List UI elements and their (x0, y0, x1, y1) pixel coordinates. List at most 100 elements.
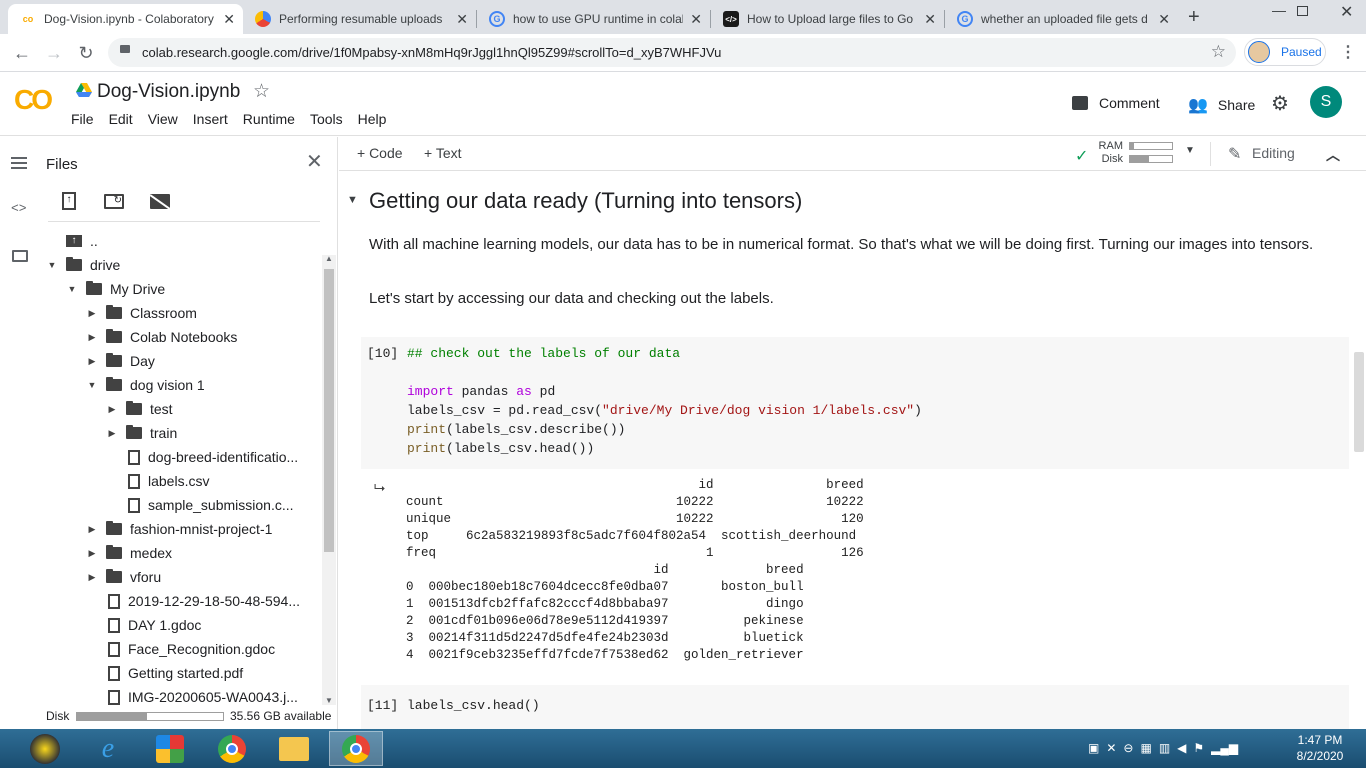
mount-drive-icon[interactable] (149, 194, 171, 210)
menu-edit[interactable]: Edit (109, 111, 133, 127)
close-tab-icon[interactable]: ✕ (223, 11, 235, 28)
tree-item[interactable]: Face_Recognition.gdoc (86, 638, 275, 660)
menu-help[interactable]: Help (358, 111, 387, 127)
resources-button[interactable]: RAM Disk (1097, 140, 1123, 166)
tree-item[interactable]: ↑.. (66, 230, 98, 252)
chevron-right-icon[interactable]: ▶ (86, 524, 98, 535)
tree-item[interactable]: ▶ vforu (86, 566, 161, 588)
menu-file[interactable]: File (71, 111, 94, 127)
toc-icon[interactable] (11, 157, 27, 169)
code-cell-11[interactable]: [11] labels_csv.head() (361, 685, 1349, 729)
minimize-icon[interactable]: — (1272, 2, 1286, 18)
tree-item[interactable]: sample_submission.c... (106, 494, 294, 516)
output-icon[interactable]: ⮡ (374, 479, 385, 496)
upload-icon[interactable]: ↑ (62, 192, 76, 210)
tab-upload-large-files[interactable]: </> How to Upload large files to Go ✕ (711, 4, 944, 34)
chevron-right-icon[interactable]: ▶ (86, 332, 98, 343)
gear-icon[interactable]: ⚙ (1271, 91, 1289, 116)
chrome-active-icon[interactable] (329, 731, 383, 766)
tree-item[interactable]: ▶ Classroom (86, 302, 197, 324)
tab-colab[interactable]: co Dog-Vision.ipynb - Colaboratory ✕ (8, 4, 243, 34)
account-avatar[interactable]: S (1310, 86, 1342, 118)
refresh-folder-icon[interactable]: ↻ (104, 194, 124, 209)
profile-paused-button[interactable]: Paused (1244, 38, 1326, 66)
bookmark-star-icon[interactable]: ☆ (1211, 42, 1226, 62)
scrollbar-thumb[interactable] (324, 269, 334, 552)
tray-app-icon[interactable]: ▣ (1088, 741, 1099, 755)
chevron-right-icon[interactable]: ▶ (106, 428, 118, 439)
tree-item[interactable]: ▶ fashion-mnist-project-1 (86, 518, 272, 540)
chrome-icon[interactable] (207, 731, 257, 766)
tray-nx-icon[interactable]: ✕ (1106, 741, 1116, 755)
chevron-right-icon[interactable]: ▶ (86, 308, 98, 319)
chevron-right-icon[interactable]: ▶ (86, 548, 98, 559)
ie-icon[interactable]: e (83, 731, 133, 766)
close-tab-icon[interactable]: ✕ (1158, 11, 1170, 28)
comment-button[interactable]: Comment (1072, 95, 1160, 111)
tray-signal-icon[interactable]: ▂▄▆ (1211, 741, 1238, 755)
add-text-button[interactable]: + Text (424, 145, 462, 161)
start-button[interactable] (20, 731, 70, 766)
close-tab-icon[interactable]: ✕ (690, 11, 702, 28)
close-icon[interactable]: ✕ (306, 149, 323, 174)
tray-display-icon[interactable]: ▦ (1140, 741, 1151, 755)
menu-runtime[interactable]: Runtime (243, 111, 295, 127)
chevron-right-icon[interactable]: ▶ (86, 572, 98, 583)
chevron-right-icon[interactable]: ▶ (86, 356, 98, 367)
clock[interactable]: 1:47 PM 8/2/2020 (1285, 732, 1355, 764)
menu-tools[interactable]: Tools (310, 111, 343, 127)
scroll-down-icon[interactable]: ▼ (325, 696, 333, 705)
tab-gpu-runtime[interactable]: G how to use GPU runtime in colab ✕ (477, 4, 710, 34)
tree-item[interactable]: ▼ My Drive (66, 278, 165, 300)
new-tab-icon[interactable]: + (1188, 6, 1200, 29)
menu-view[interactable]: View (148, 111, 178, 127)
chevron-right-icon[interactable]: ▶ (106, 404, 118, 415)
tray-flag-icon[interactable]: ⚑ (1193, 741, 1204, 755)
folder-icon[interactable] (12, 250, 28, 262)
star-icon[interactable]: ☆ (253, 80, 270, 103)
chevron-down-icon[interactable]: ▼ (1185, 145, 1195, 156)
tree-item[interactable]: ▼ dog vision 1 (86, 374, 205, 396)
notebook-title[interactable]: Dog-Vision.ipynb (97, 81, 240, 103)
tray-speaker-icon[interactable]: ◀ (1177, 741, 1186, 755)
code-cell-10[interactable]: [10] ## check out the labels of our data… (361, 337, 1349, 469)
reload-icon[interactable]: ↻ (74, 41, 98, 65)
close-window-icon[interactable]: ✕ (1340, 2, 1353, 22)
tree-item[interactable]: Getting started.pdf (86, 662, 243, 684)
editing-mode-button[interactable]: Editing (1252, 145, 1295, 161)
tree-item[interactable]: ▶ medex (86, 542, 172, 564)
scrollbar[interactable]: ▲ ▼ (322, 254, 336, 705)
browser-menu-icon[interactable]: ⋮ (1340, 42, 1356, 62)
tray-minus-icon[interactable]: ⊖ (1123, 741, 1133, 755)
tree-item[interactable]: ▶ test (106, 398, 173, 420)
colab-logo[interactable]: CO (14, 84, 53, 116)
app-icon[interactable] (145, 731, 195, 766)
back-icon[interactable]: ← (10, 41, 34, 65)
tree-item[interactable]: ▶ train (106, 422, 177, 444)
tab-resumable-uploads[interactable]: Performing resumable uploads ✕ (243, 4, 476, 34)
chevron-down-icon[interactable]: ▼ (86, 380, 98, 390)
tree-item[interactable]: 2019-12-29-18-50-48-594... (86, 590, 300, 612)
close-tab-icon[interactable]: ✕ (456, 11, 468, 28)
tree-item[interactable]: ▶ Day (86, 350, 155, 372)
chevron-down-icon[interactable]: ▼ (66, 284, 78, 294)
scroll-up-icon[interactable]: ▲ (325, 254, 333, 263)
tree-item[interactable]: dog-breed-identificatio... (106, 446, 298, 468)
url-field[interactable]: colab.research.google.com/drive/1f0Mpabs… (108, 38, 1236, 67)
notebook-scrollbar-thumb[interactable] (1354, 352, 1364, 452)
tray-network-icon[interactable]: ▥ (1159, 741, 1170, 755)
section-collapse-icon[interactable]: ▼ (347, 194, 358, 206)
menu-insert[interactable]: Insert (193, 111, 228, 127)
tree-item[interactable]: DAY 1.gdoc (86, 614, 201, 636)
tree-item[interactable]: IMG-20200605-WA0043.j... (86, 686, 298, 708)
restore-icon[interactable] (1297, 6, 1308, 16)
add-code-button[interactable]: + Code (357, 145, 403, 161)
chevron-down-icon[interactable]: ▼ (46, 260, 58, 270)
file-explorer-icon[interactable] (269, 731, 319, 766)
code-snippets-icon[interactable]: <> (11, 201, 27, 216)
tree-item[interactable]: ▼ drive (46, 254, 120, 276)
tree-item[interactable]: ▶ Colab Notebooks (86, 326, 237, 348)
tab-uploaded-file[interactable]: G whether an uploaded file gets d ✕ (945, 4, 1178, 34)
collapse-header-icon[interactable]: ︿ (1326, 145, 1340, 165)
forward-icon[interactable]: → (42, 41, 66, 65)
